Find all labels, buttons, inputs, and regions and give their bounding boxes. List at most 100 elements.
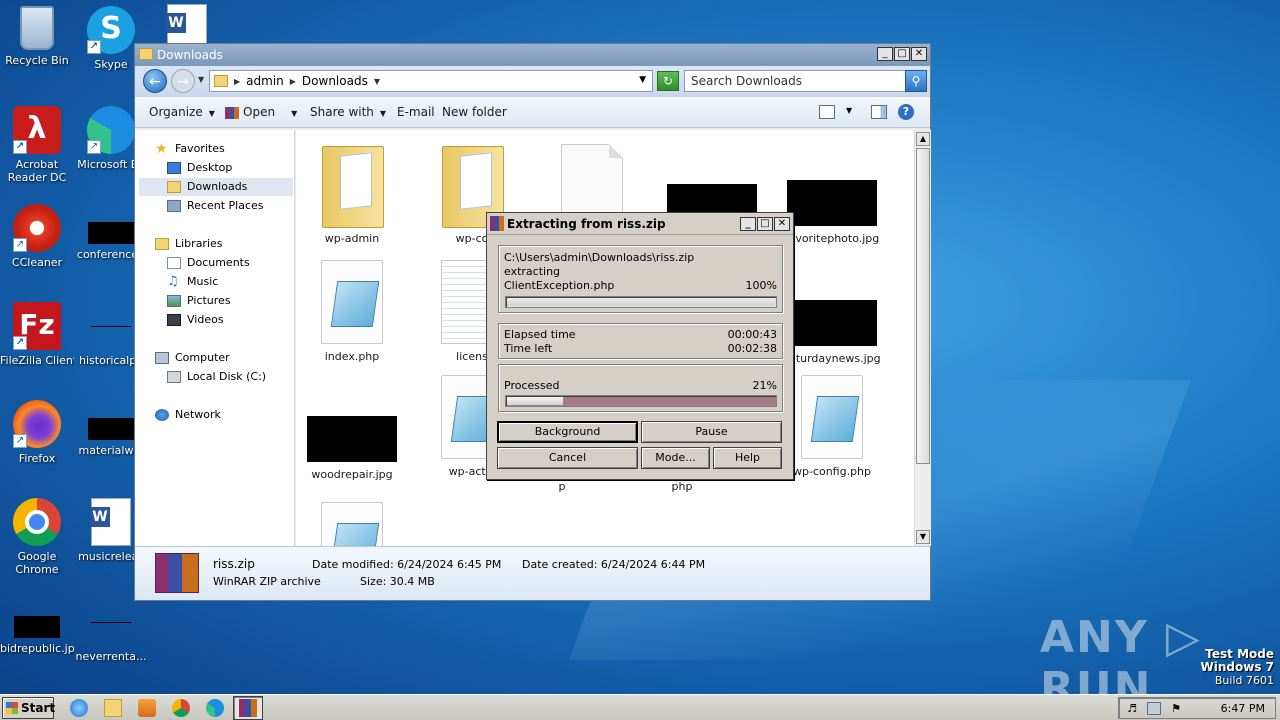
recent-places-icon	[167, 200, 181, 212]
winrar-taskbar-button[interactable]	[233, 696, 263, 720]
help-icon[interactable]: ?	[898, 104, 914, 120]
close-button[interactable]: ✕	[911, 47, 927, 61]
preview-pane-icon[interactable]	[871, 105, 887, 119]
file-label: wp-config.php	[792, 465, 872, 478]
cancel-button[interactable]: Cancel	[497, 447, 638, 469]
desktop-icon-chrome[interactable]: Google Chrome	[0, 498, 74, 576]
action-center-flag-icon[interactable]: ⚑	[1169, 702, 1183, 715]
nav-local-disk[interactable]: Local Disk (C:)	[167, 368, 266, 386]
desktop-icon-neverrenta[interactable]: neverrenta...	[74, 598, 148, 663]
breadcrumb-admin[interactable]: admin	[246, 74, 284, 88]
recent-pages-chevron-icon[interactable]: ▼	[198, 75, 204, 84]
close-button[interactable]: ✕	[774, 217, 790, 231]
scroll-up-icon[interactable]: ▲	[916, 132, 930, 146]
action-status: extracting	[504, 265, 561, 278]
desktop-icon-label: FileZilla Client	[0, 354, 74, 367]
elapsed-value: 00:00:43	[727, 328, 777, 341]
chevron-down-icon: ▼	[208, 109, 215, 118]
file-item-partial-php[interactable]: php	[662, 480, 702, 493]
chevron-down-icon[interactable]: ▼	[846, 106, 852, 115]
file-item-woodrepair[interactable]: woodrepair.jpg	[297, 376, 407, 481]
nav-downloads[interactable]: Downloads	[139, 178, 293, 196]
file-label: php	[671, 480, 693, 493]
scroll-down-icon[interactable]: ▼	[916, 530, 930, 544]
nav-network[interactable]: Network	[155, 406, 221, 424]
libraries-icon	[155, 238, 169, 250]
shortcut-arrow-icon: ↗	[13, 238, 27, 252]
image-file-icon	[88, 222, 134, 244]
details-file-type: WinRAR ZIP archive	[213, 575, 321, 588]
file-item-partial-p[interactable]: p	[547, 480, 577, 493]
processed-row: Processed 21%	[504, 379, 777, 392]
nav-videos[interactable]: Videos	[167, 311, 224, 329]
desktop-icon-bidrepublic[interactable]: bidrepublic.jpg	[0, 598, 74, 655]
file-label: woodrepair.jpg	[311, 468, 393, 481]
image-file-icon	[88, 418, 134, 440]
internet-explorer-icon[interactable]	[70, 699, 88, 717]
breadcrumb-separator-icon[interactable]: ▼	[374, 77, 380, 86]
nav-desktop[interactable]: Desktop	[167, 159, 232, 177]
dialog-title-bar[interactable]: Extracting from riss.zip _ □ ✕	[487, 213, 793, 235]
desktop-icon-recycle-bin[interactable]: Recycle Bin	[0, 6, 74, 67]
media-player-icon[interactable]	[138, 699, 156, 717]
desktop-icon-acrobat[interactable]: λ ↗ Acrobat Reader DC	[0, 106, 74, 184]
mode-button[interactable]: Mode...	[641, 447, 710, 469]
desktop-icon-firefox[interactable]: ↗ Firefox	[0, 400, 74, 465]
file-item-index-php[interactable]: index.php	[297, 260, 407, 363]
image-file-icon	[307, 416, 397, 462]
share-with-button[interactable]: Share with ▼	[310, 105, 386, 119]
change-view-icon[interactable]	[819, 105, 835, 119]
pause-button[interactable]: Pause	[641, 421, 782, 443]
desktop-icon-filezilla[interactable]: Fz ↗ FileZilla Client	[0, 302, 74, 367]
network-tray-icon[interactable]	[1147, 702, 1161, 715]
new-folder-button[interactable]: New folder	[442, 105, 507, 119]
help-button[interactable]: Help	[713, 447, 782, 469]
search-icon[interactable]: ⚲	[905, 70, 927, 92]
window-controls: _ □ ✕	[877, 47, 927, 61]
clock[interactable]: 6:47 PM	[1221, 702, 1265, 715]
background-button[interactable]: Background	[497, 421, 638, 443]
forward-arrow-icon[interactable]: →	[171, 69, 195, 93]
start-button[interactable]: Start	[2, 697, 55, 719]
nav-recent-places[interactable]: Recent Places	[167, 197, 264, 215]
system-tray: ♬ ⚑ 6:47 PM	[1118, 697, 1276, 719]
nav-label: Favorites	[175, 142, 225, 155]
nav-computer[interactable]: Computer	[155, 349, 230, 367]
edge-icon[interactable]	[206, 699, 224, 717]
refresh-button[interactable]: ↻	[657, 71, 679, 91]
search-input[interactable]: Search Downloads	[684, 70, 906, 92]
breadcrumb-separator-icon[interactable]: ▶	[290, 77, 296, 86]
image-file-icon	[787, 300, 877, 346]
scroll-thumb[interactable]	[916, 148, 930, 464]
maximize-button[interactable]: □	[757, 217, 773, 231]
organize-button[interactable]: Organize ▼	[149, 105, 215, 119]
explorer-title-bar[interactable]: Downloads _ □ ✕	[135, 44, 930, 66]
volume-icon[interactable]: ♬	[1125, 702, 1139, 715]
nav-libraries[interactable]: Libraries	[155, 235, 223, 253]
address-bar[interactable]: ▶ admin ▶ Downloads ▼ ▼	[209, 70, 653, 92]
vertical-scrollbar[interactable]: ▲ ▼	[914, 130, 931, 546]
nav-pictures[interactable]: Pictures	[167, 292, 231, 310]
breadcrumb-downloads[interactable]: Downloads	[302, 74, 368, 88]
file-item-wp-admin[interactable]: wp-admin	[297, 140, 407, 245]
back-arrow-icon[interactable]: ←	[143, 69, 167, 93]
nav-documents[interactable]: Documents	[167, 254, 250, 272]
chevron-down-icon: ▼	[291, 109, 298, 118]
documents-icon	[167, 257, 181, 269]
file-explorer-icon[interactable]	[104, 699, 122, 717]
chrome-icon[interactable]	[172, 699, 190, 717]
address-dropdown-icon[interactable]: ▼	[639, 75, 646, 85]
file-item-next[interactable]	[297, 502, 407, 546]
open-label: Open	[243, 105, 276, 119]
nav-favorites[interactable]: ★ Favorites	[155, 140, 225, 158]
nav-label: Network	[175, 408, 221, 421]
navigation-pane: ★ Favorites Desktop Downloads Recent Plac…	[135, 130, 295, 546]
nav-music[interactable]: ♫ Music	[167, 273, 218, 291]
minimize-button[interactable]: _	[877, 47, 893, 61]
email-button[interactable]: E-mail	[397, 105, 435, 119]
minimize-button[interactable]: _	[740, 217, 756, 231]
desktop-icon-ccleaner[interactable]: ↗ CCleaner	[0, 204, 74, 269]
breadcrumb-separator-icon[interactable]: ▶	[234, 77, 240, 86]
open-button[interactable]: Open ▼	[225, 105, 297, 119]
maximize-button[interactable]: □	[894, 47, 910, 61]
